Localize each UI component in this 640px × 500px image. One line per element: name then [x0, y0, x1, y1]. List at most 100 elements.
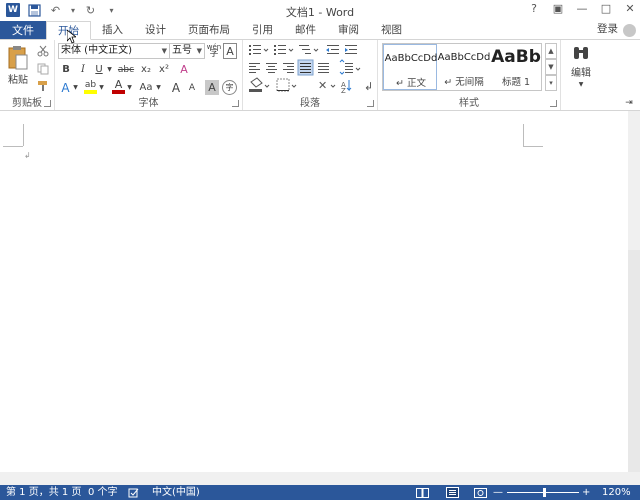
page-count[interactable]: 第 1 页，共 1 页 [6, 485, 81, 500]
zoom-level[interactable]: 120% [602, 485, 631, 500]
italic-button[interactable]: I [76, 62, 90, 77]
styles-more-icon[interactable]: ▾ [545, 75, 557, 91]
customize-qat-icon[interactable]: ▾ [105, 4, 118, 17]
character-shading-button[interactable]: A [205, 80, 219, 95]
align-right-icon [283, 63, 294, 73]
save-icon[interactable] [28, 3, 41, 17]
text-effects-button[interactable]: A [59, 80, 72, 95]
bold-button[interactable]: B [59, 62, 73, 77]
change-case-dropdown-icon[interactable]: ▼ [155, 80, 162, 95]
chevron-down-icon: ▼ [578, 81, 584, 88]
zoom-slider-thumb[interactable] [543, 488, 546, 497]
tab-insert[interactable]: 插入 [91, 21, 134, 40]
change-case-button[interactable]: Aa [137, 80, 155, 95]
bullets-icon [249, 45, 261, 55]
paragraph-dialog-launcher-icon[interactable] [367, 100, 374, 107]
svg-text:✕: ✕ [318, 79, 327, 92]
ribbon-tabs: 文件 开始 插入 设计 页面布局 引用 邮件 审阅 视图 [0, 21, 640, 40]
character-border-button[interactable]: A [223, 43, 237, 59]
font-color-dropdown-icon[interactable]: ▼ [126, 80, 133, 95]
tab-view[interactable]: 视图 [370, 21, 413, 40]
font-group: 宋体 (中文正文) ▼ 五号 ▼ wén 字 A B I U ▼ abc x₂ x² … [55, 40, 243, 110]
style-name: ↵ 正文 [396, 78, 426, 89]
cut-icon[interactable] [36, 44, 50, 58]
text-effects-dropdown-icon[interactable]: ▼ [72, 80, 79, 95]
superscript-button[interactable]: x² [156, 62, 172, 77]
shrink-font-button[interactable]: A [185, 80, 199, 95]
sign-in-link[interactable]: 登录 [597, 21, 618, 38]
grow-font-button[interactable]: A [169, 80, 183, 95]
paragraph-tools: ✕ AZ ↲ [249, 45, 373, 95]
highlight-button[interactable]: ab [83, 79, 98, 95]
styles-scroll-down-icon[interactable]: ▼ [545, 59, 557, 75]
paragraph-group: ✕ AZ ↲ 段落 [243, 40, 378, 110]
pin-ribbon-icon[interactable]: ⇥ [623, 98, 635, 108]
sort-icon: AZ [341, 80, 352, 95]
tab-references[interactable]: 引用 [241, 21, 284, 40]
chevron-down-icon: ▼ [196, 47, 202, 55]
tab-review[interactable]: 审阅 [327, 21, 370, 40]
format-painter-icon[interactable] [36, 79, 50, 93]
tab-file[interactable]: 文件 [0, 21, 46, 40]
word-app-icon[interactable]: W [6, 3, 20, 17]
strikethrough-button[interactable]: abc [116, 62, 136, 77]
underline-button[interactable]: U [92, 62, 106, 77]
word-count[interactable]: 0 个字 [88, 485, 118, 500]
font-color-button[interactable]: A [111, 79, 126, 95]
enclose-characters-button[interactable]: 字 [222, 80, 237, 95]
style-item-no-spacing[interactable]: AaBbCcDd ↵ 无间隔 [437, 44, 491, 90]
help-button[interactable]: ? [528, 2, 540, 15]
paste-button[interactable]: 粘贴 [5, 43, 31, 87]
editing-button[interactable]: 编辑 ▼ [565, 42, 597, 90]
font-dialog-launcher-icon[interactable] [232, 100, 239, 107]
undo-icon[interactable]: ↶ [49, 4, 62, 17]
font-name-select[interactable]: 宋体 (中文正文) ▼ [58, 43, 170, 59]
close-button[interactable]: ✕ [624, 2, 636, 15]
phonetic-guide-button[interactable]: wén 字 [207, 43, 221, 59]
copy-icon[interactable] [36, 62, 50, 76]
redo-icon[interactable]: ↻ [84, 4, 97, 17]
minimize-button[interactable]: — [576, 2, 588, 15]
styles-scroll-up-icon[interactable]: ▲ [545, 43, 557, 59]
editing-group: 编辑 ▼ [561, 40, 601, 110]
tab-page-layout[interactable]: 页面布局 [177, 21, 241, 40]
ribbon-display-options-icon[interactable]: ▣ [552, 2, 564, 15]
show-hide-marks-icon: ↲ [364, 80, 373, 93]
underline-dropdown-icon[interactable]: ▼ [106, 62, 113, 77]
binoculars-icon [574, 47, 588, 59]
phonetic-guide-char: 字 [209, 49, 219, 59]
line-spacing-icon [339, 59, 353, 75]
align-left-icon [249, 63, 260, 73]
subscript-button[interactable]: x₂ [138, 62, 154, 77]
avatar[interactable] [623, 24, 636, 37]
proofing-icon[interactable] [128, 488, 139, 498]
restore-button[interactable]: □ [600, 2, 612, 15]
shading-icon [249, 77, 263, 92]
zoom-in-button[interactable]: + [582, 485, 590, 500]
horizontal-scrollbar[interactable] [0, 472, 640, 485]
clear-formatting-button[interactable]: A [177, 62, 191, 77]
style-item-heading1[interactable]: AaBb 标题 1 [491, 44, 541, 90]
status-bar: 第 1 页，共 1 页 0 个字 中文(中国) — + 120% [0, 485, 640, 500]
zoom-out-button[interactable]: — [493, 485, 503, 500]
margin-mark [523, 146, 543, 147]
vertical-scrollbar-thumb[interactable] [628, 250, 640, 472]
tab-design[interactable]: 设计 [134, 21, 177, 40]
tab-mailings[interactable]: 邮件 [284, 21, 327, 40]
title-bar: 文档1 - Word W ↶ ▾ ↻ ▾ ? ▣ — □ ✕ [0, 0, 640, 21]
highlight-label: ab [84, 79, 97, 90]
font-size-select[interactable]: 五号 ▼ [169, 43, 205, 59]
document-canvas[interactable]: ↲ [0, 111, 628, 472]
read-mode-icon[interactable] [416, 488, 429, 498]
styles-dialog-launcher-icon[interactable] [550, 100, 557, 107]
undo-dropdown-icon[interactable]: ▾ [70, 4, 76, 17]
style-item-normal[interactable]: AaBbCcDd ↵ 正文 [383, 44, 437, 90]
highlight-dropdown-icon[interactable]: ▼ [98, 80, 105, 95]
style-sample: AaBbCcDd [437, 52, 491, 63]
language-indicator[interactable]: 中文(中国) [152, 485, 200, 500]
print-layout-icon[interactable] [446, 487, 459, 498]
clipboard-dialog-launcher-icon[interactable] [44, 100, 51, 107]
web-layout-icon[interactable] [474, 488, 487, 498]
chinese-layout-icon: ✕ [318, 79, 327, 92]
mouse-cursor-icon [67, 30, 76, 44]
